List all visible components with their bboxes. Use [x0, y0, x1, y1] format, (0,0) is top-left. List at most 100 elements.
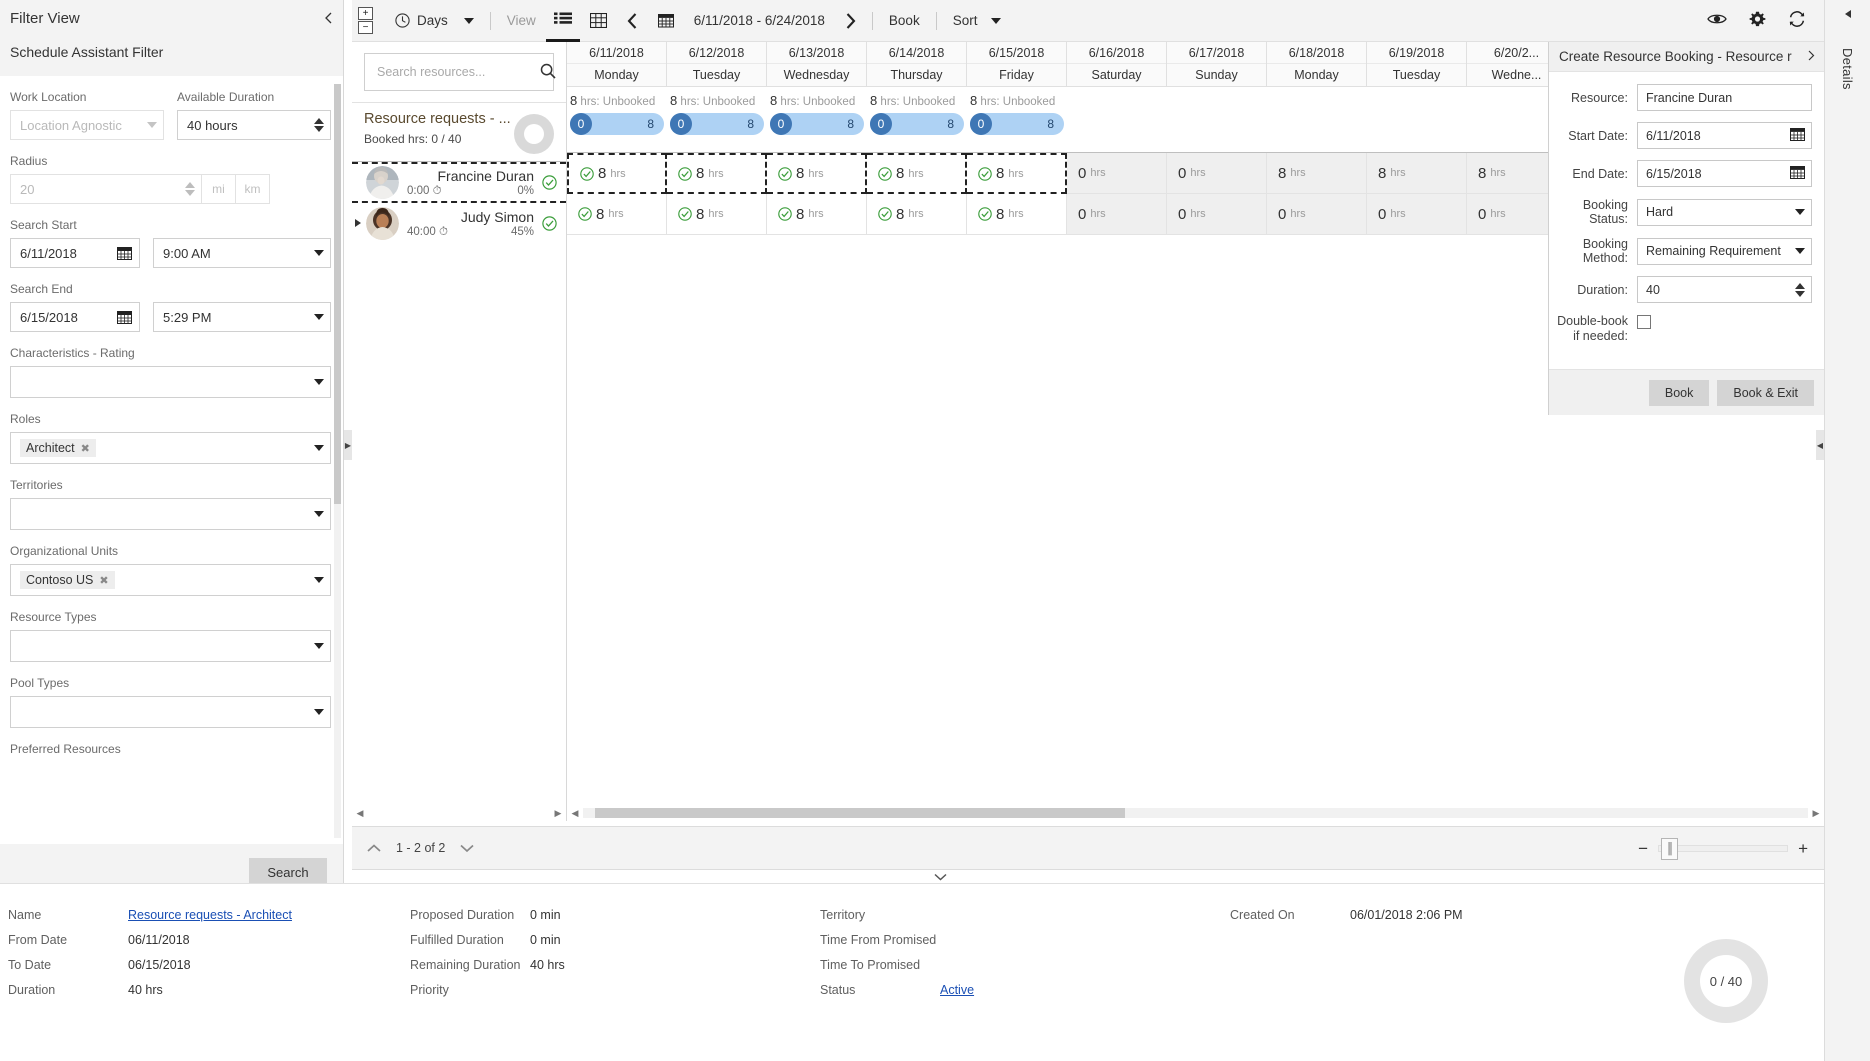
zoom-slider[interactable]: ║ — [1658, 845, 1788, 852]
calendar-icon[interactable] — [117, 246, 133, 261]
scroll-thumb[interactable] — [595, 808, 1125, 818]
radius-stepper[interactable] — [185, 182, 195, 196]
resource-types-select[interactable] — [10, 630, 331, 662]
organizational-units-select[interactable]: Contoso US ✖ — [10, 564, 331, 596]
grid-availability-cell[interactable]: 8hrs — [567, 153, 667, 194]
grid-availability-cell[interactable]: 8hrs — [667, 194, 767, 235]
search-button[interactable]: Search — [249, 858, 327, 886]
characteristics-rating-select[interactable] — [10, 366, 331, 398]
search-end-date-input[interactable]: 6/15/2018 — [10, 302, 140, 332]
territories-select[interactable] — [10, 498, 331, 530]
radius-input[interactable]: 20 — [10, 174, 202, 204]
scroll-left-icon[interactable]: ◀ — [352, 808, 368, 819]
booking-resource-input[interactable]: Francine Duran — [1637, 84, 1812, 111]
duration-stepper[interactable] — [314, 118, 324, 132]
capacity-bar[interactable]: 08 — [570, 113, 664, 135]
sort-dropdown[interactable]: Sort — [943, 0, 1012, 42]
date-picker-button[interactable] — [648, 0, 684, 42]
grid-availability-cell[interactable]: 8hrs — [1367, 153, 1467, 194]
chevron-right-icon[interactable] — [1807, 49, 1816, 64]
double-book-checkbox[interactable] — [1637, 315, 1651, 329]
zoom-in-button[interactable]: + — [1798, 840, 1808, 857]
resource-search-box[interactable] — [364, 53, 554, 91]
grid-availability-cell[interactable]: 0hrs — [1167, 153, 1267, 194]
grid-hscrollbar[interactable]: ◀ ▶ — [567, 805, 1824, 821]
grid-view-button[interactable] — [580, 0, 617, 42]
next-period-button[interactable] — [835, 0, 866, 42]
search-icon[interactable] — [540, 63, 556, 82]
prev-period-button[interactable] — [617, 0, 648, 42]
available-duration-input[interactable]: 40 hours — [177, 110, 331, 140]
capacity-bar[interactable]: 08 — [870, 113, 964, 135]
search-start-time-select[interactable]: 9:00 AM — [153, 238, 331, 268]
detail-field-value[interactable]: Active — [940, 983, 974, 997]
booking-start-date-input[interactable]: 6/11/2018 — [1637, 122, 1812, 149]
zoom-out-button[interactable]: − — [1638, 840, 1648, 857]
filter-scrollbar[interactable] — [334, 84, 341, 838]
list-item[interactable]: Judy Simon 40:00 ⏱ 45% — [352, 203, 566, 244]
book-button[interactable]: Book — [879, 0, 930, 42]
grid-availability-cell[interactable]: 8hrs — [767, 194, 867, 235]
booking-end-date-input[interactable]: 6/15/2018 — [1637, 160, 1812, 187]
org-unit-chip[interactable]: Contoso US ✖ — [20, 571, 115, 589]
unit-mi-button[interactable]: mi — [202, 174, 236, 204]
grid-availability-cell[interactable]: 8hrs — [867, 153, 967, 194]
scroll-track[interactable] — [583, 808, 1808, 818]
scroll-right-icon[interactable]: ▶ — [550, 808, 566, 819]
expand-all-button[interactable]: + — [358, 7, 373, 20]
zoom-slider-thumb[interactable]: ║ — [1661, 838, 1678, 860]
detail-field-value[interactable]: Resource requests - Architect — [128, 908, 292, 922]
right-panel-splitter[interactable]: ◀ — [1816, 430, 1824, 460]
days-dropdown[interactable]: Days — [385, 0, 484, 42]
list-view-button[interactable] — [546, 0, 580, 42]
work-location-select[interactable]: Location Agnostic — [10, 110, 164, 140]
collapse-all-button[interactable]: − — [358, 21, 373, 34]
resource-request-row[interactable]: Resource requests - ... Booked hrs: 0 / … — [352, 102, 566, 162]
chevron-down-icon[interactable] — [453, 840, 481, 856]
calendar-icon[interactable] — [1790, 165, 1805, 182]
grid-availability-cell[interactable]: 8hrs — [867, 194, 967, 235]
chevron-left-icon[interactable] — [1845, 10, 1851, 18]
capacity-bar[interactable]: 08 — [670, 113, 764, 135]
date-range-label[interactable]: 6/11/2018 - 6/24/2018 — [684, 0, 835, 42]
refresh-icon[interactable] — [1788, 11, 1806, 30]
booking-status-select[interactable]: Hard — [1637, 199, 1812, 226]
grid-availability-cell[interactable]: 8hrs — [767, 153, 867, 194]
search-input[interactable] — [375, 64, 540, 80]
role-chip[interactable]: Architect ✖ — [20, 439, 96, 457]
capacity-cell[interactable]: 8 hrs: Unbooked08 — [967, 87, 1067, 152]
calendar-icon[interactable] — [117, 310, 133, 325]
grid-availability-cell[interactable]: 0hrs — [1067, 153, 1167, 194]
grid-availability-cell[interactable]: 8hrs — [967, 153, 1067, 194]
calendar-icon[interactable] — [1790, 127, 1805, 144]
chevron-left-icon[interactable] — [321, 12, 335, 26]
unit-km-button[interactable]: km — [236, 174, 270, 204]
grid-availability-cell[interactable]: 8hrs — [567, 194, 667, 235]
booking-duration-input[interactable]: 40 — [1637, 276, 1812, 303]
details-tab-label[interactable]: Details — [1840, 48, 1855, 90]
left-panel-splitter[interactable]: ▶ — [344, 430, 352, 460]
grid-availability-cell[interactable]: 0hrs — [1067, 194, 1167, 235]
grid-availability-cell[interactable]: 0hrs — [1267, 194, 1367, 235]
grid-availability-cell[interactable]: 0hrs — [1367, 194, 1467, 235]
duration-stepper[interactable] — [1795, 283, 1805, 297]
search-end-time-select[interactable]: 5:29 PM — [153, 302, 331, 332]
search-start-date-input[interactable]: 6/11/2018 — [10, 238, 140, 268]
grid-availability-cell[interactable]: 8hrs — [667, 153, 767, 194]
capacity-bar[interactable]: 08 — [970, 113, 1064, 135]
capacity-bar[interactable]: 08 — [770, 113, 864, 135]
gear-icon[interactable] — [1749, 11, 1766, 31]
scroll-track[interactable] — [368, 808, 550, 818]
grid-availability-cell[interactable]: 8hrs — [1267, 153, 1367, 194]
capacity-cell[interactable]: 8 hrs: Unbooked08 — [867, 87, 967, 152]
close-icon[interactable]: ✖ — [99, 574, 108, 587]
eye-icon[interactable] — [1707, 12, 1727, 29]
pool-types-select[interactable] — [10, 696, 331, 728]
capacity-cell[interactable]: 8 hrs: Unbooked08 — [667, 87, 767, 152]
roles-select[interactable]: Architect ✖ — [10, 432, 331, 464]
capacity-cell[interactable]: 8 hrs: Unbooked08 — [767, 87, 867, 152]
close-icon[interactable]: ✖ — [81, 442, 90, 455]
collapse-details-handle[interactable] — [930, 871, 950, 883]
expand-row-icon[interactable] — [355, 219, 361, 227]
capacity-cell[interactable]: 8 hrs: Unbooked08 — [567, 87, 667, 152]
